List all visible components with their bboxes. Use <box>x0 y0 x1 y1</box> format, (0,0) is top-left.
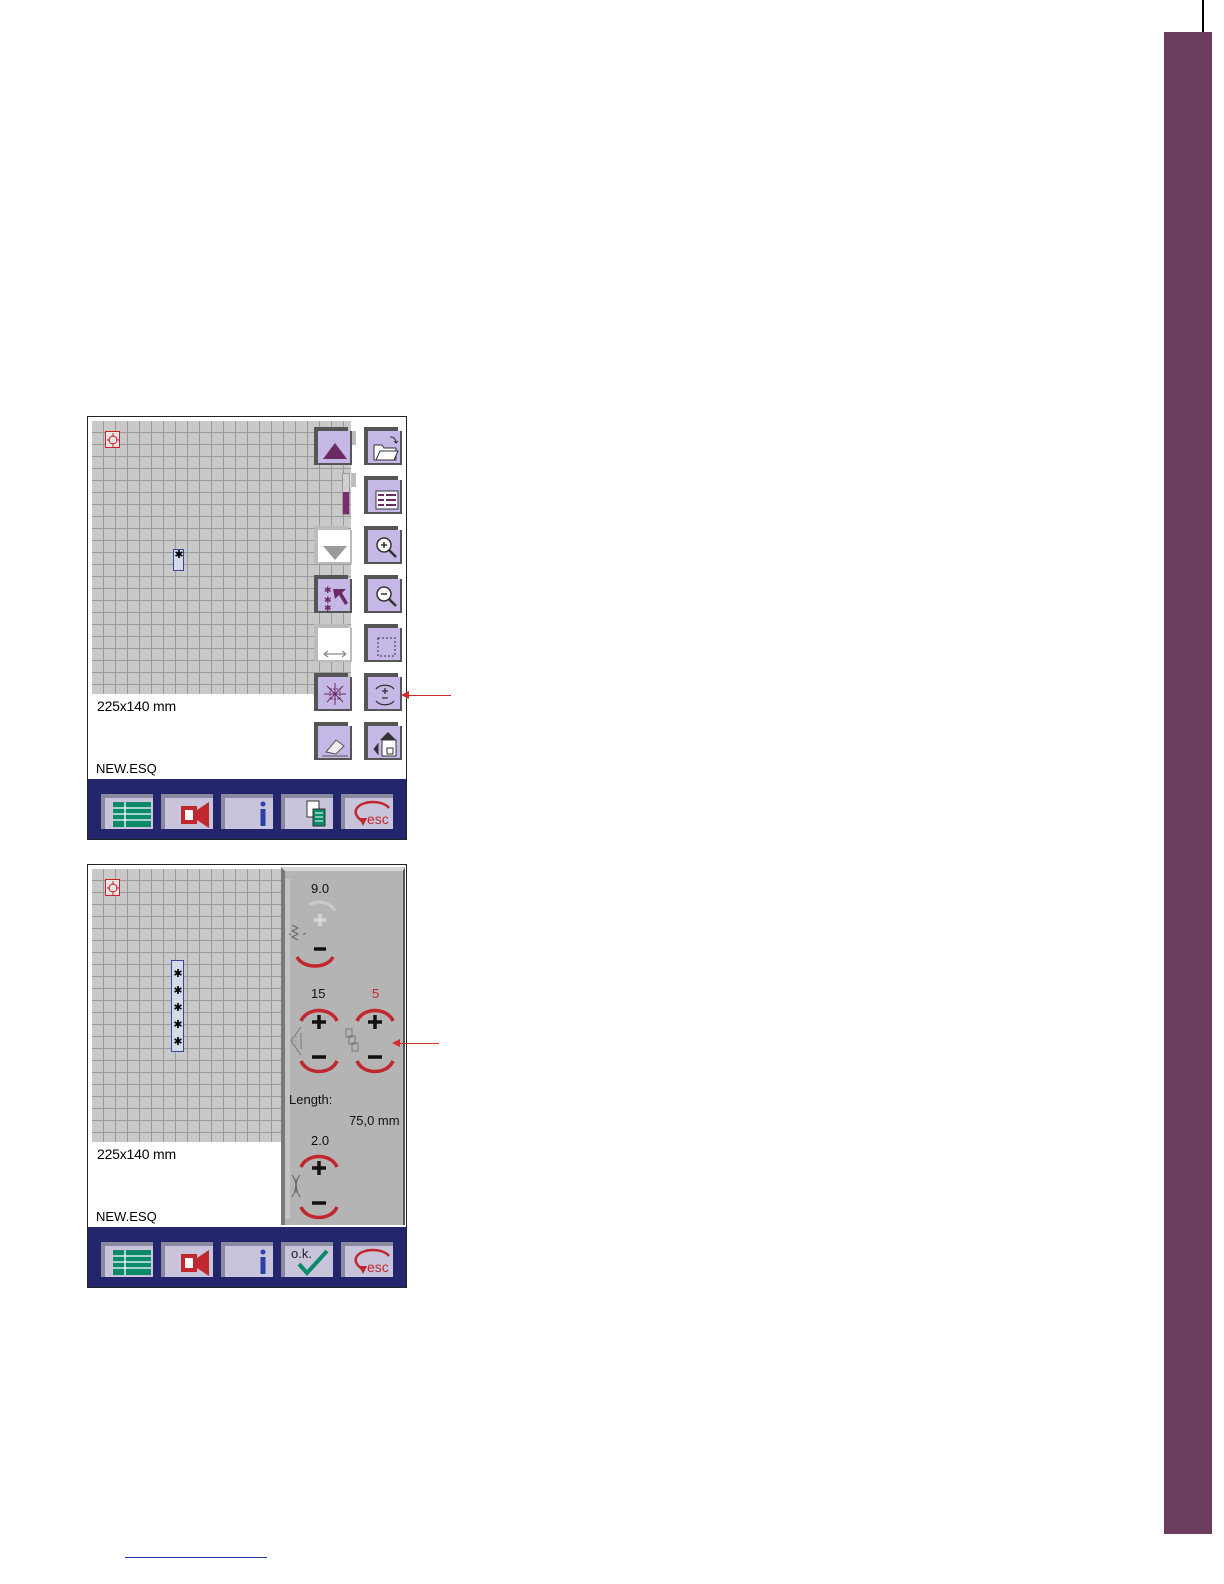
bottom-toolbar: o.k. esc <box>88 1227 406 1287</box>
density-slider[interactable] <box>342 473 350 515</box>
stitch-glyph: ✱✱✱✱✱ <box>173 967 183 1048</box>
move-down-icon <box>323 546 347 560</box>
list-icon <box>375 490 399 510</box>
menu-icon <box>113 802 151 827</box>
copy-button[interactable] <box>281 794 333 829</box>
eraser-icon <box>322 739 348 757</box>
svg-text:✱: ✱ <box>324 603 332 613</box>
list-button[interactable] <box>368 480 402 514</box>
bottom-toolbar: esc <box>88 779 406 839</box>
zoom-in-icon <box>376 537 397 558</box>
length-value: 75,0 mm <box>349 1113 400 1128</box>
stretch-icon <box>323 650 347 658</box>
camera-icon <box>181 802 209 828</box>
hoop-position-icon <box>105 431 120 448</box>
camera-button[interactable] <box>161 794 213 829</box>
info-icon <box>260 1249 266 1274</box>
esc-label: esc <box>367 811 389 827</box>
width-value: 9.0 <box>311 881 330 896</box>
explode-icon <box>324 683 346 705</box>
info-icon <box>260 801 266 826</box>
menu-icon <box>113 1250 151 1275</box>
move-up-icon <box>323 443 347 459</box>
callout-arrow <box>401 691 451 699</box>
zoom-out-icon <box>376 586 397 607</box>
svg-text:✱: ✱ <box>324 585 332 595</box>
hoop-size-label: 225x140 mm <box>97 1146 176 1162</box>
density-dial[interactable] <box>289 1003 349 1083</box>
hoop-position-icon <box>105 879 120 896</box>
info-button[interactable] <box>221 794 273 829</box>
repeat-value: 5 <box>372 986 380 1001</box>
adjust-button[interactable] <box>368 677 402 711</box>
stretch-button[interactable] <box>318 628 352 662</box>
callout-arrow <box>392 1039 439 1047</box>
adjust-panel: 9.0 15 5 Length: 75,0 mm 2.0 <box>281 867 405 1225</box>
file-name-label: NEW.ESQ <box>96 1209 157 1224</box>
stitch-design[interactable]: ✱ <box>173 549 184 571</box>
top-rule <box>1202 0 1204 32</box>
info-button[interactable] <box>221 1242 273 1277</box>
select-box-button[interactable] <box>368 628 402 662</box>
adjust-icon <box>375 684 395 706</box>
camera-button[interactable] <box>161 1242 213 1277</box>
length-label: Length: <box>289 1092 333 1107</box>
zoom-in-button[interactable] <box>368 530 402 564</box>
move-down-button[interactable] <box>318 530 352 564</box>
ok-button[interactable]: o.k. <box>281 1242 333 1277</box>
stitch-design[interactable]: ✱✱✱✱✱ <box>171 960 184 1052</box>
move-up-button[interactable] <box>318 431 352 465</box>
hoop-button[interactable] <box>368 726 402 760</box>
hoop-icon <box>373 732 397 757</box>
hoop-grid[interactable]: ✱ <box>92 421 351 694</box>
footnote-rule <box>125 1557 267 1558</box>
select-stitch-icon: ✱✱✱ <box>324 585 348 613</box>
menu-button[interactable] <box>101 794 153 829</box>
stitch-glyph: ✱ <box>174 548 184 561</box>
menu-button[interactable] <box>101 1242 153 1277</box>
eraser-button[interactable] <box>318 726 352 760</box>
density-value: 15 <box>311 986 326 1001</box>
open-folder-icon <box>373 436 399 461</box>
width-dial[interactable] <box>289 899 349 977</box>
esc-button[interactable]: esc <box>341 1242 393 1277</box>
select-box-icon <box>377 637 396 657</box>
esc-label: esc <box>367 1259 389 1275</box>
select-stitch-button[interactable]: ✱ ✱ ✱ <box>318 579 352 613</box>
hoop-size-label: 225x140 mm <box>97 698 176 714</box>
spacing-dial[interactable] <box>289 1149 349 1229</box>
chapter-side-band <box>1164 32 1212 1534</box>
stitch-adjust-screen: ✱✱✱✱✱ 225x140 mm NEW.ESQ 9.0 15 5 Length… <box>87 864 407 1288</box>
camera-icon <box>181 1250 209 1276</box>
embroidery-edit-screen: ✱ 225x140 mm NEW.ESQ ✱ ✱ ✱ esc <box>87 416 407 840</box>
explode-button[interactable] <box>318 677 352 711</box>
ok-label: o.k. <box>291 1246 312 1261</box>
spacing-value: 2.0 <box>311 1133 330 1148</box>
scroll-marker[interactable] <box>350 473 356 487</box>
zoom-out-button[interactable] <box>368 579 402 613</box>
file-name-label: NEW.ESQ <box>96 761 157 776</box>
esc-button[interactable]: esc <box>341 794 393 829</box>
copy-icon <box>306 800 326 827</box>
open-folder-button[interactable] <box>368 431 402 465</box>
slider-fill <box>343 492 349 514</box>
